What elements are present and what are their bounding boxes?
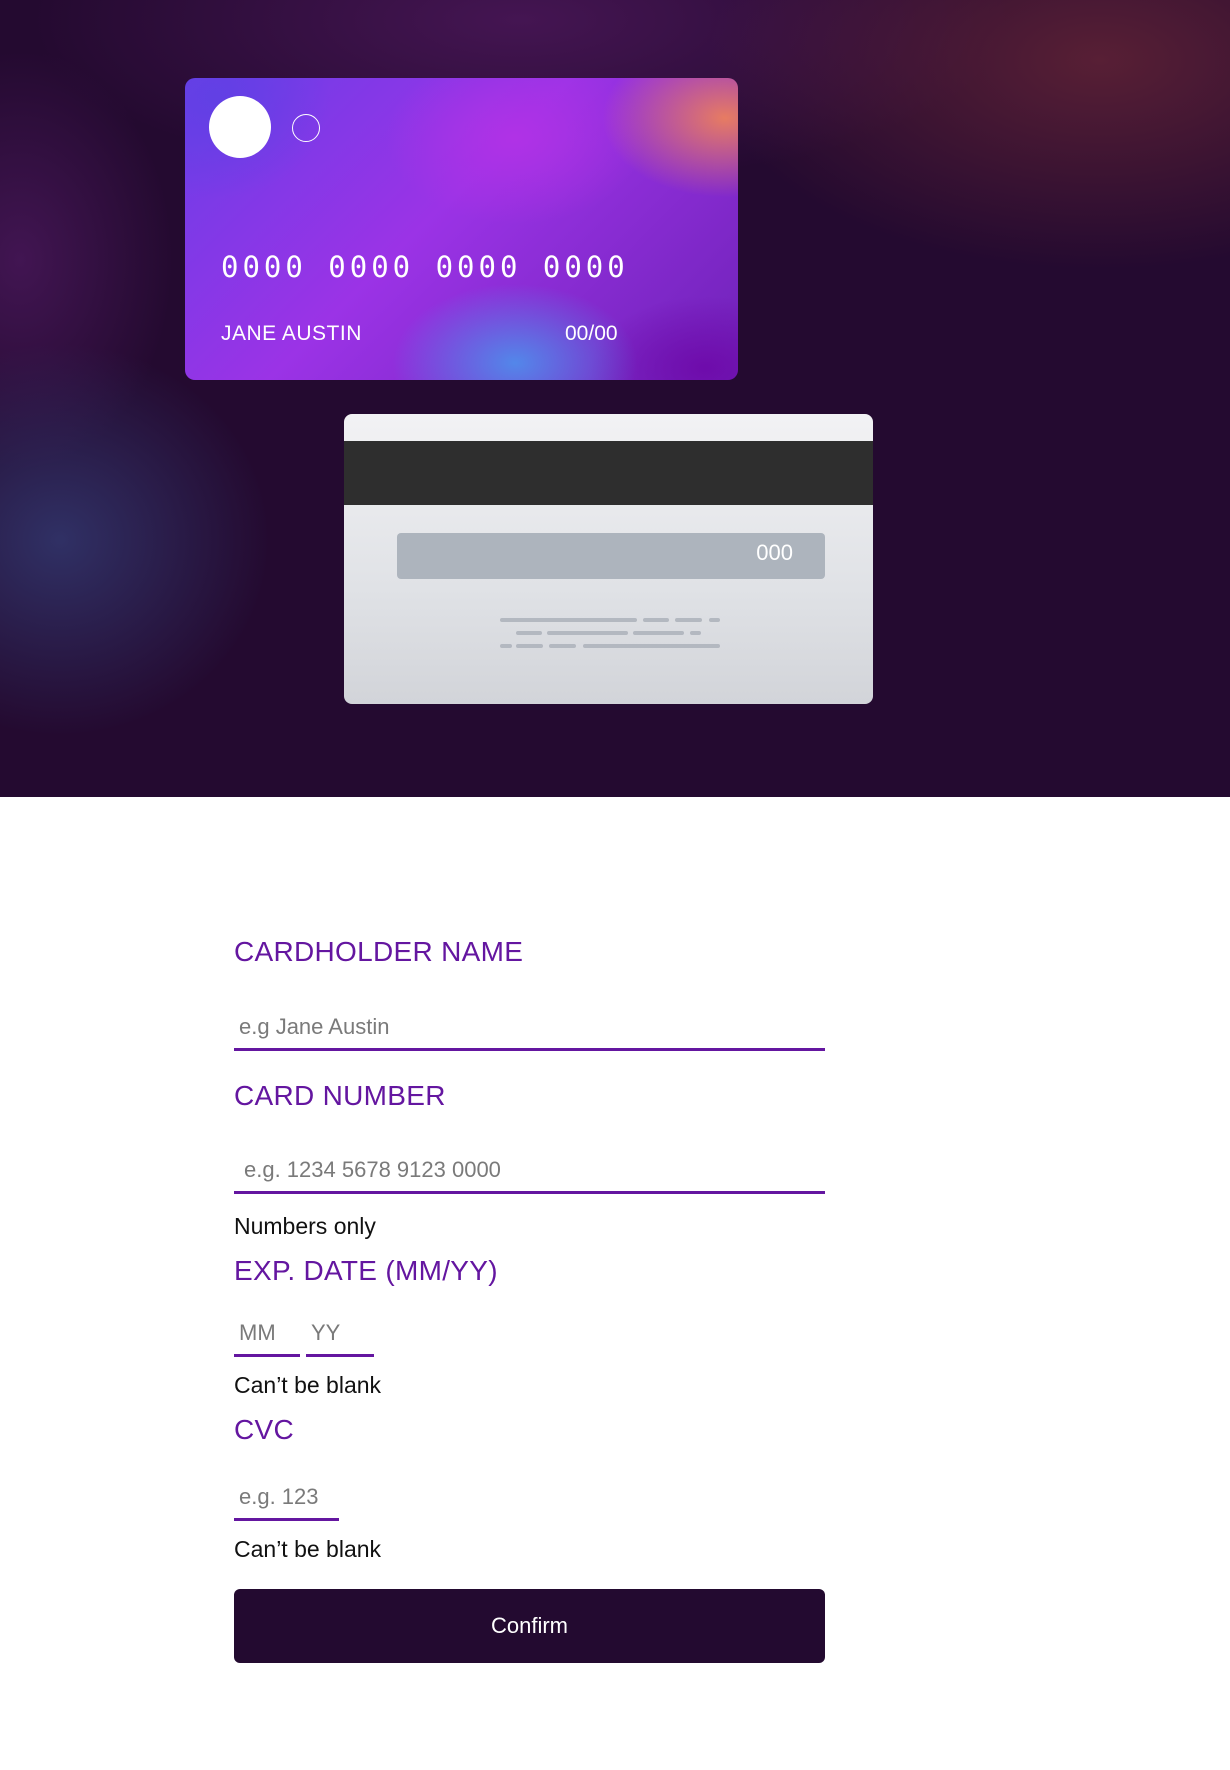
card-logo-ring-icon	[292, 114, 320, 142]
cvc-error: Can’t be blank	[234, 1536, 382, 1562]
card-number-hint: Numbers only	[234, 1213, 376, 1239]
card-holder-display: JANE AUSTIN	[221, 322, 362, 345]
cvc-label: CVC	[234, 1414, 295, 1445]
confirm-button[interactable]: Confirm	[234, 1589, 825, 1663]
card-front-preview: 0000 0000 0000 0000 JANE AUSTIN 00/00	[185, 78, 738, 380]
card-number-label: CARD NUMBER	[234, 1080, 446, 1111]
card-number-display: 0000 0000 0000 0000	[221, 250, 629, 284]
card-expiry-display: 00/00	[565, 322, 618, 345]
hero-background: 0000 0000 0000 0000 JANE AUSTIN 00/00 00…	[0, 0, 1230, 797]
cvc-input[interactable]	[234, 1475, 339, 1521]
cardholder-name-label: CARDHOLDER NAME	[234, 936, 524, 967]
card-back-print-lines	[500, 618, 720, 648]
card-back-preview: 000	[344, 414, 873, 704]
card-logo-circle-icon	[209, 96, 271, 158]
card-number-input[interactable]	[234, 1148, 825, 1194]
cardholder-name-input[interactable]	[234, 1005, 825, 1051]
exp-date-label: EXP. DATE (MM/YY)	[234, 1255, 498, 1286]
exp-date-error: Can’t be blank	[234, 1372, 382, 1398]
exp-year-input[interactable]	[306, 1311, 374, 1357]
exp-month-input[interactable]	[234, 1311, 300, 1357]
